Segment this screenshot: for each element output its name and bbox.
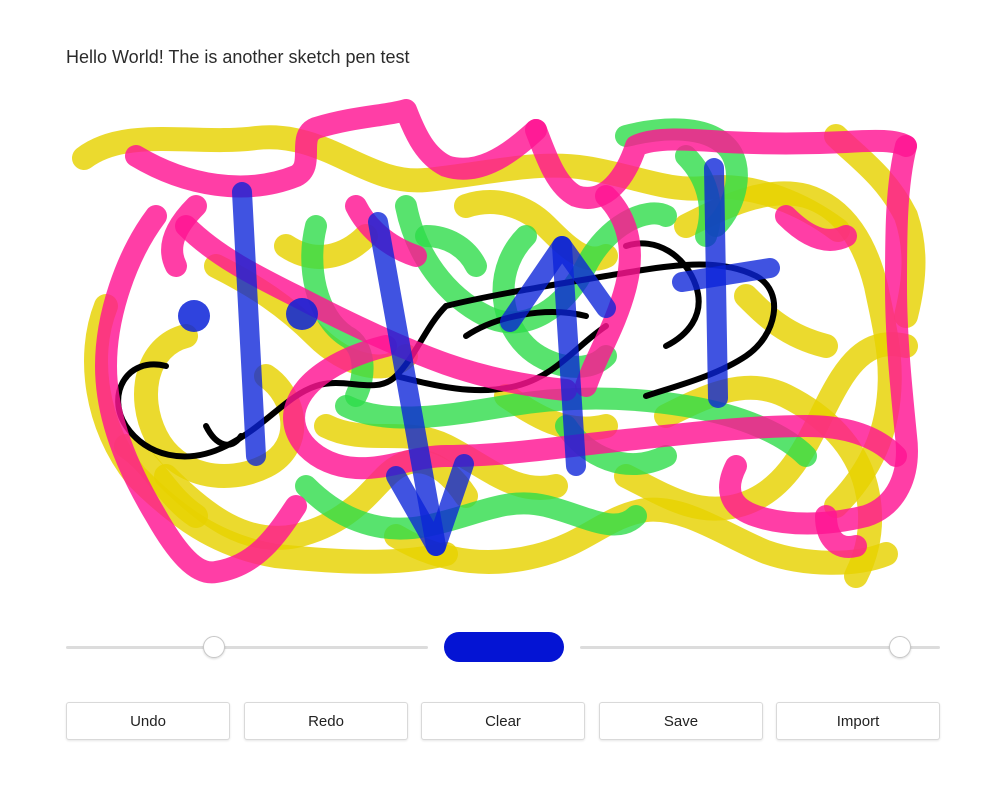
toolbar: Undo Redo Clear Save Import <box>66 702 942 740</box>
sketch-drawing[interactable] <box>66 96 940 596</box>
brush-size-slider-track[interactable] <box>66 646 428 649</box>
brush-size-slider-thumb[interactable] <box>203 636 226 658</box>
brush-size-slider[interactable] <box>66 636 428 658</box>
opacity-slider-thumb[interactable] <box>889 636 912 658</box>
clear-button[interactable]: Clear <box>421 702 585 740</box>
opacity-slider[interactable] <box>580 636 940 658</box>
import-button[interactable]: Import <box>776 702 940 740</box>
sketch-canvas[interactable] <box>66 96 940 596</box>
page-heading: Hello World! The is another sketch pen t… <box>66 47 410 67</box>
save-button[interactable]: Save <box>599 702 763 740</box>
redo-button[interactable]: Redo <box>244 702 408 740</box>
opacity-slider-track[interactable] <box>580 646 940 649</box>
pen-color-swatch[interactable] <box>444 632 564 662</box>
undo-button[interactable]: Undo <box>66 702 230 740</box>
